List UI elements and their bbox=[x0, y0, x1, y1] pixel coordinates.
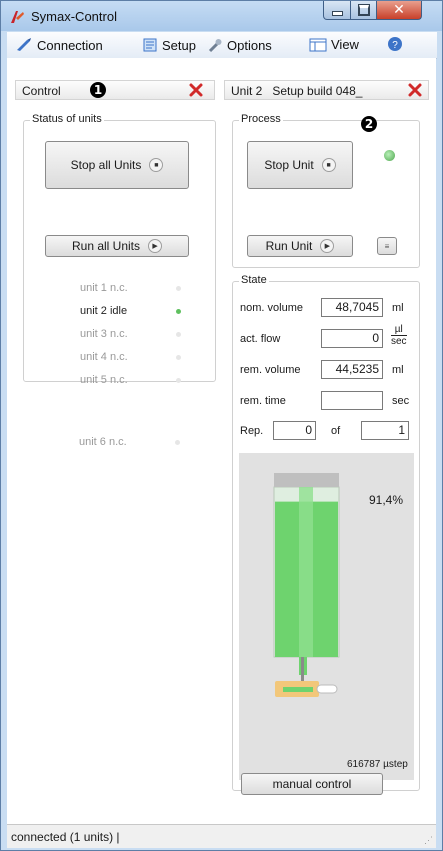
menu-setup-label: Setup bbox=[162, 37, 196, 53]
act-flow-field[interactable]: 0 bbox=[321, 329, 383, 348]
process-legend: Process bbox=[239, 113, 283, 125]
unit-status-led bbox=[384, 150, 395, 161]
svg-text:?: ? bbox=[392, 40, 398, 51]
unit-row-3: unit 3 n.c. bbox=[80, 328, 128, 340]
rem-time-label: rem. time bbox=[240, 395, 286, 407]
close-unit-panel-icon[interactable] bbox=[407, 82, 423, 98]
run-all-units-label: Run all Units bbox=[71, 239, 141, 253]
maximize-icon bbox=[357, 4, 370, 16]
menu-connection-label: Connection bbox=[37, 37, 103, 53]
run-unit-label: Run Unit bbox=[265, 239, 313, 253]
wrench-icon bbox=[208, 39, 222, 53]
of-label: of bbox=[331, 425, 341, 437]
stop-all-units-label: Stop all Units bbox=[70, 158, 142, 172]
rem-time-unit: sec bbox=[392, 395, 410, 407]
stop-unit-label: Stop Unit bbox=[264, 158, 314, 172]
unit-6-status-dot bbox=[175, 440, 180, 445]
status-of-units-legend: Status of units bbox=[30, 113, 104, 125]
unit-1-status-dot bbox=[176, 286, 181, 291]
act-flow-label: act. flow bbox=[240, 333, 281, 345]
unit-row-2: unit 2 idle bbox=[80, 305, 128, 317]
close-icon: ✕ bbox=[393, 2, 405, 18]
stop-icon: ■ bbox=[149, 158, 164, 172]
act-flow-unit: µl sec bbox=[391, 324, 407, 347]
menu-options-label: Options bbox=[227, 37, 272, 53]
menu-connection[interactable]: Connection bbox=[15, 37, 103, 53]
rem-volume-label: rem. volume bbox=[240, 364, 301, 376]
menu-options[interactable]: Options bbox=[207, 37, 272, 53]
status-of-units-group: Status of units Stop all Units ■ Run all… bbox=[23, 113, 216, 386]
play-icon: ▶ bbox=[320, 239, 335, 253]
list-icon: ≡ bbox=[384, 241, 390, 251]
manual-control-label: manual control bbox=[272, 777, 352, 791]
unit-row-6: unit 6 n.c. bbox=[79, 436, 127, 448]
control-panel-title: Control bbox=[22, 84, 61, 98]
rem-volume-unit: ml bbox=[392, 364, 404, 376]
menu-view-label: View bbox=[331, 37, 359, 52]
rep-total-field[interactable]: 1 bbox=[361, 421, 409, 440]
menu-bar: Connection Setup Options View ? bbox=[7, 32, 437, 59]
connection-status-text: connected (1 units) | bbox=[11, 830, 120, 844]
nom-volume-label: nom. volume bbox=[240, 302, 303, 314]
manual-control-button[interactable]: manual control bbox=[241, 773, 383, 795]
maximize-button[interactable] bbox=[350, 1, 377, 20]
unit-5-status-dot bbox=[176, 378, 181, 383]
unit-row-1: unit 1 n.c. bbox=[80, 282, 128, 294]
unit-2-status-dot bbox=[176, 309, 181, 314]
window-title: Symax-Control bbox=[31, 9, 117, 24]
extra-options-button[interactable]: ≡ bbox=[377, 237, 397, 255]
help-button[interactable]: ? bbox=[387, 36, 403, 52]
rem-time-field[interactable] bbox=[321, 391, 383, 410]
connection-icon bbox=[17, 38, 31, 51]
rem-volume-field[interactable]: 44,5235 bbox=[321, 360, 383, 379]
minimize-button[interactable] bbox=[323, 1, 351, 20]
unit-row-4: unit 4 n.c. bbox=[80, 351, 128, 363]
minimize-icon bbox=[331, 10, 343, 16]
stop-all-units-button[interactable]: Stop all Units ■ bbox=[45, 141, 189, 189]
unit-3-status-dot bbox=[176, 332, 181, 337]
unit-row-5: unit 5 n.c. bbox=[80, 374, 128, 386]
syringe-visual: 91,4% 616787 µstep bbox=[239, 453, 414, 780]
control-panel-header: Control 1 bbox=[15, 80, 215, 100]
close-window-button[interactable]: ✕ bbox=[376, 1, 422, 20]
stop-unit-button[interactable]: Stop Unit ■ bbox=[247, 141, 353, 189]
view-icon bbox=[309, 38, 327, 51]
unit-panel-header: Unit 2 Setup build 048_ bbox=[224, 80, 429, 100]
run-unit-button[interactable]: Run Unit ▶ bbox=[247, 235, 353, 257]
menu-view[interactable]: View bbox=[309, 37, 359, 52]
menu-setup[interactable]: Setup bbox=[142, 37, 196, 53]
fill-percent-label: 91,4% bbox=[369, 493, 404, 507]
control-panel-badge: 1 bbox=[90, 82, 106, 98]
steps-label: 616787 µstep bbox=[347, 759, 408, 770]
close-control-panel-icon[interactable] bbox=[188, 82, 204, 98]
rep-label: Rep. bbox=[240, 425, 264, 437]
app-window: Symax-Control ✕ Connection Setup Options… bbox=[0, 0, 443, 851]
unit-panel-title: Unit 2 Setup build 048_ bbox=[231, 84, 363, 98]
unit-panel-badge: 2 bbox=[361, 116, 377, 132]
nom-volume-unit: ml bbox=[392, 302, 404, 314]
app-icon bbox=[11, 11, 24, 23]
setup-icon bbox=[143, 38, 157, 52]
status-bar: connected (1 units) | ⋰ bbox=[7, 824, 436, 848]
client-area: Control 1 Unit 2 Setup build 048_ Status… bbox=[7, 58, 436, 824]
run-all-units-button[interactable]: Run all Units ▶ bbox=[45, 235, 189, 257]
stop-icon: ■ bbox=[321, 158, 336, 172]
rep-field[interactable]: 0 bbox=[273, 421, 316, 440]
resize-grip-icon[interactable]: ⋰ bbox=[424, 835, 433, 846]
help-icon: ? bbox=[388, 37, 402, 51]
unit-4-status-dot bbox=[176, 355, 181, 360]
title-bar: Symax-Control ✕ bbox=[1, 1, 442, 31]
play-icon: ▶ bbox=[148, 239, 163, 253]
nom-volume-field[interactable]: 48,7045 bbox=[321, 298, 383, 317]
state-legend: State bbox=[239, 274, 269, 286]
process-group: Process 2 Stop Unit ■ Run Unit ▶ ≡ bbox=[232, 113, 420, 268]
